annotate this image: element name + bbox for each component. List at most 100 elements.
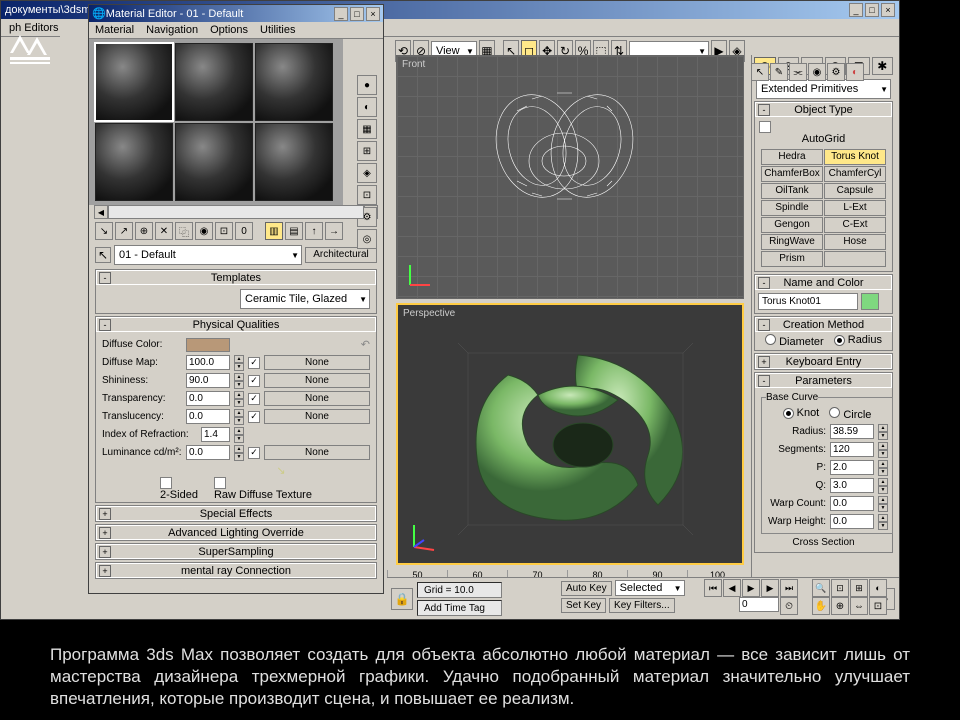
goto-end-icon[interactable]: ⏭ (780, 579, 798, 597)
settings-icon[interactable]: ⚙ (827, 63, 845, 81)
select-by-mat-icon[interactable]: ◎ (357, 229, 377, 249)
luminance-map-button[interactable]: None (264, 445, 370, 460)
material-name-dropdown[interactable]: 01 - Default (114, 245, 302, 265)
transparency-input[interactable] (186, 391, 230, 406)
translucency-checkbox[interactable]: ✓ (248, 411, 260, 423)
prev-frame-icon[interactable]: ◀ (723, 579, 741, 597)
radius-radio[interactable]: Radius (834, 334, 882, 348)
template-dropdown[interactable]: Ceramic Tile, Glazed (240, 289, 370, 309)
time-config-icon[interactable]: ⏲ (780, 597, 798, 615)
spindle-button[interactable]: Spindle (761, 200, 823, 216)
spinner[interactable]: ▲▼ (234, 373, 244, 388)
make-preview-icon[interactable]: ⊡ (357, 185, 377, 205)
set-key-button[interactable]: Set Key (561, 598, 606, 613)
raw-diffuse-checkbox[interactable]: Raw Diffuse Texture (214, 477, 312, 501)
diffuse-color-swatch[interactable] (186, 338, 230, 352)
dolly-icon[interactable]: ⇔ (850, 597, 868, 615)
material-id-icon[interactable]: 0 (235, 222, 253, 240)
play-icon[interactable]: ▶ (742, 579, 760, 597)
special-effects-header[interactable]: +Special Effects (96, 506, 376, 521)
systems-icon[interactable]: ✱ (872, 57, 894, 75)
prism-button[interactable]: Prism (761, 251, 823, 267)
viewport-perspective[interactable]: Perspective (396, 303, 744, 565)
arrow-icon[interactable]: ↶ (361, 338, 370, 351)
maximize-button[interactable]: □ (350, 7, 364, 21)
keyboard-entry-header[interactable]: +Keyboard Entry (755, 354, 892, 369)
goto-start-icon[interactable]: ⏮ (704, 579, 722, 597)
zoom-icon[interactable]: 🔍 (812, 579, 830, 597)
menu-options[interactable]: Options (210, 24, 248, 36)
zoom-all-icon[interactable]: ⊡ (831, 579, 849, 597)
luminance-input[interactable] (186, 445, 230, 460)
diffuse-map-input[interactable] (186, 355, 230, 370)
spinner[interactable]: ▲▼ (878, 514, 888, 529)
spinner[interactable]: ▲▼ (234, 427, 244, 442)
sample-uv-icon[interactable]: ⊞ (357, 141, 377, 161)
transparency-map-button[interactable]: None (264, 391, 370, 406)
hedra-button[interactable]: Hedra (761, 149, 823, 165)
hose-button[interactable]: Hose (824, 234, 886, 250)
auto-key-button[interactable]: Auto Key (561, 581, 612, 596)
go-forward-icon[interactable]: → (325, 222, 343, 240)
spinner[interactable]: ▲▼ (234, 445, 244, 460)
menu-navigation[interactable]: Navigation (146, 24, 198, 36)
lock-icon[interactable]: 🔒 (391, 588, 413, 610)
show-map-icon[interactable]: ▥ (265, 222, 283, 240)
warp-height-input[interactable] (830, 514, 874, 529)
cext-button[interactable]: C-Ext (824, 217, 886, 233)
go-parent-icon[interactable]: ↑ (305, 222, 323, 240)
pan-icon[interactable]: ✋ (812, 597, 830, 615)
name-color-header[interactable]: -Name and Color (755, 275, 892, 290)
material-type-button[interactable]: Architectural (305, 247, 377, 263)
show-result-icon[interactable]: ▤ (285, 222, 303, 240)
object-color-swatch[interactable] (861, 293, 879, 310)
object-type-header[interactable]: -Object Type (755, 102, 892, 117)
ior-input[interactable] (201, 427, 230, 442)
scroll-track[interactable] (108, 205, 364, 219)
pick-icon[interactable]: ↖ (95, 247, 111, 263)
menu-material[interactable]: Material (95, 24, 134, 36)
parameters-header[interactable]: -Parameters (755, 373, 892, 388)
scroll-left-icon[interactable]: ◀ (94, 205, 108, 219)
minimize-button[interactable]: _ (334, 7, 348, 21)
circle-radio[interactable]: Circle (829, 407, 871, 421)
maximize-button[interactable]: □ (865, 3, 879, 17)
radius-input[interactable] (830, 424, 874, 439)
transparency-checkbox[interactable]: ✓ (248, 393, 260, 405)
translucency-input[interactable] (186, 409, 230, 424)
menu-utilities[interactable]: Utilities (260, 24, 295, 36)
mental-ray-header[interactable]: +mental ray Connection (96, 563, 376, 578)
templates-header[interactable]: -Templates (96, 270, 376, 285)
frame-input[interactable] (739, 597, 779, 612)
arrow-icon[interactable]: ↖ (751, 63, 769, 81)
material-slot[interactable] (95, 123, 173, 201)
spinner[interactable]: ▲▼ (234, 391, 244, 406)
torus-knot-button[interactable]: Torus Knot (824, 149, 886, 165)
physical-qualities-header[interactable]: -Physical Qualities (96, 317, 376, 332)
gengon-button[interactable]: Gengon (761, 217, 823, 233)
video-check-icon[interactable]: ◈ (357, 163, 377, 183)
advanced-lighting-header[interactable]: +Advanced Lighting Override (96, 525, 376, 540)
link-icon[interactable]: ⫘ (789, 63, 807, 81)
luminance-checkbox[interactable]: ✓ (248, 447, 260, 459)
add-time-tag[interactable]: Add Time Tag (417, 600, 502, 616)
chamfercyl-button[interactable]: ChamferCyl (824, 166, 886, 182)
make-unique-icon[interactable]: ◉ (195, 222, 213, 240)
spinner[interactable]: ▲▼ (878, 442, 888, 457)
key-mode-dropdown[interactable]: Selected (615, 580, 685, 596)
teapot-icon[interactable]: ◐ (846, 63, 864, 81)
shininess-input[interactable] (186, 373, 230, 388)
spinner[interactable]: ▲▼ (878, 478, 888, 493)
spinner[interactable]: ▲▼ (878, 496, 888, 511)
material-slot[interactable] (95, 43, 173, 121)
ringwave-button[interactable]: RingWave (761, 234, 823, 250)
copy-icon[interactable]: ⿻ (175, 222, 193, 240)
knot-radio[interactable]: Knot (783, 407, 820, 421)
eyedropper-icon[interactable]: ↘ (276, 464, 285, 477)
segments-input[interactable] (830, 442, 874, 457)
key-filters-button[interactable]: Key Filters... (609, 598, 675, 613)
get-material-icon[interactable]: ↘ (95, 222, 113, 240)
oiltank-button[interactable]: OilTank (761, 183, 823, 199)
assign-icon[interactable]: ⊕ (135, 222, 153, 240)
object-name-input[interactable] (758, 293, 858, 310)
